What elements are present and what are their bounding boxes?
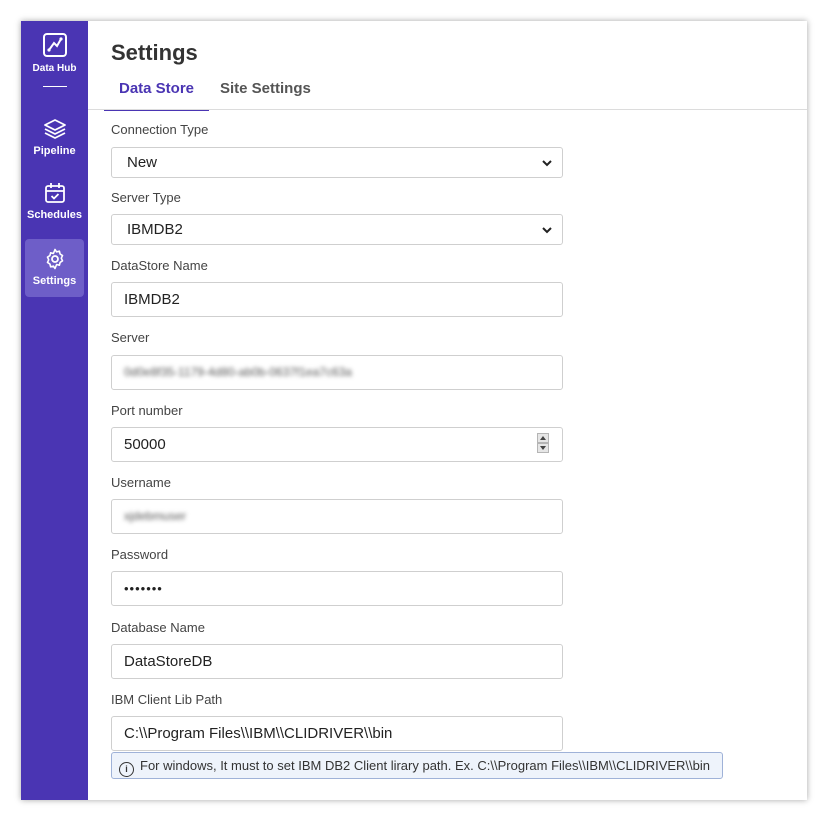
calendar-check-icon: [44, 183, 65, 203]
ibm-client-lib-path-input[interactable]: C:\\Program Files\\IBM\\CLIDRIVER\\bin: [111, 716, 563, 751]
sidebar: Data Hub Pipeline Schedules Settings: [21, 21, 88, 800]
datastore-name-input[interactable]: IBMDB2: [111, 282, 563, 317]
username-input[interactable]: xjdebmuser: [111, 499, 563, 534]
sidebar-item-label: Schedules: [26, 209, 83, 221]
ibm-client-lib-path-label: IBM Client Lib Path: [111, 692, 223, 707]
username-label: Username: [111, 475, 171, 490]
connection-type-label: Connection Type: [111, 122, 209, 137]
database-name-input[interactable]: DataStoreDB: [111, 644, 563, 679]
tab-data-store[interactable]: Data Store: [104, 81, 210, 111]
port-number-value: 50000: [124, 436, 166, 453]
sidebar-item-label: Settings: [32, 275, 77, 287]
sidebar-item-settings[interactable]: Settings: [25, 239, 84, 297]
layers-icon: [43, 119, 66, 139]
username-value: xjdebmuser: [124, 509, 187, 523]
server-type-label: Server Type: [111, 190, 181, 205]
tab-site-settings[interactable]: Site Settings: [220, 81, 311, 109]
port-number-input[interactable]: 50000: [111, 427, 563, 462]
sidebar-item-pipeline[interactable]: Pipeline: [25, 109, 84, 167]
database-name-label: Database Name: [111, 620, 205, 635]
server-label: Server: [111, 330, 150, 345]
password-label: Password: [111, 547, 169, 562]
brand-label: Data Hub: [32, 63, 77, 74]
brand-divider: [42, 86, 67, 87]
chevron-down-icon: [542, 160, 552, 167]
server-value: 0d0e8f35-1179-4d80-ab0b-0637f1ea7c63a: [124, 365, 352, 379]
port-number-label: Port number: [111, 403, 183, 418]
brand[interactable]: Data Hub: [21, 33, 88, 87]
sidebar-item-label: Pipeline: [33, 145, 76, 157]
connection-type-select[interactable]: New: [111, 147, 563, 178]
password-input[interactable]: •••••••: [111, 571, 563, 606]
info-message: i For windows, It must to set IBM DB2 Cli…: [111, 752, 723, 779]
sidebar-item-schedules[interactable]: Schedules: [25, 173, 84, 231]
server-type-select[interactable]: IBMDB2: [111, 214, 563, 245]
info-text: For windows, It must to set IBM DB2 Clie…: [140, 758, 710, 773]
page-title: Settings: [111, 40, 198, 65]
data-hub-logo-icon: [42, 33, 67, 57]
datastore-name-label: DataStore Name: [111, 258, 208, 273]
main-content: Settings Data Store Site Settings Connec…: [88, 21, 807, 800]
gear-icon: [46, 248, 63, 270]
port-stepper[interactable]: [537, 433, 549, 455]
info-icon: i: [119, 762, 134, 777]
tabs-divider: [88, 109, 807, 110]
app-window: Data Hub Pipeline Schedules Settings Set…: [21, 21, 807, 800]
stepper-down-icon[interactable]: [537, 443, 549, 453]
connection-type-value: New: [127, 154, 158, 171]
server-type-value: IBMDB2: [127, 221, 183, 238]
stepper-up-icon[interactable]: [537, 433, 549, 443]
server-input[interactable]: 0d0e8f35-1179-4d80-ab0b-0637f1ea7c63a: [111, 355, 563, 390]
chevron-down-icon: [542, 227, 552, 234]
